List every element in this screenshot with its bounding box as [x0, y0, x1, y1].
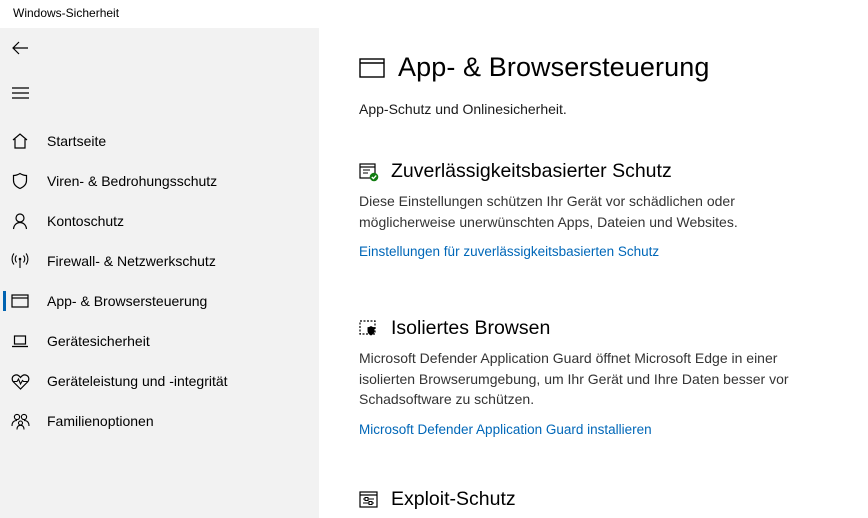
sidebar-item-kontoschutz[interactable]: Kontoschutz: [0, 201, 319, 241]
back-arrow-icon: [12, 41, 28, 55]
family-icon: [10, 411, 30, 431]
sidebar-item-label: Firewall- & Netzwerkschutz: [47, 253, 216, 269]
section-header: Exploit-Schutz: [359, 488, 839, 511]
browser-window-icon: [10, 291, 30, 311]
page-title: App- & Browsersteuerung: [398, 52, 710, 82]
sidebar-item-app-browsersteuerung[interactable]: App- & Browsersteuerung: [0, 281, 319, 321]
exploit-protection-icon: [359, 490, 378, 508]
shield-icon: [10, 171, 30, 191]
page-subtitle: App-Schutz und Onlinesicherheit.: [359, 101, 567, 117]
back-button[interactable]: [6, 36, 34, 60]
section-description: Microsoft Defender Application Guard öff…: [359, 350, 789, 407]
sidebar-item-geraeteleistung[interactable]: Geräteleistung und -integrität: [0, 361, 319, 401]
sidebar-item-label: Startseite: [47, 133, 107, 149]
section-title: Zuverlässigkeitsbasierter Schutz: [391, 160, 672, 182]
sidebar-item-label: Viren- & Bedrohungsschutz: [47, 173, 218, 189]
title-bar: Windows-Sicherheit: [0, 0, 868, 28]
sidebar-item-label: Geräteleistung und -integrität: [47, 373, 228, 389]
sidebar-item-geraetesicherheit[interactable]: Gerätesicherheit: [0, 321, 319, 361]
sidebar-item-firewall[interactable]: Firewall- & Netzwerkschutz: [0, 241, 319, 281]
section-header: Zuverlässigkeitsbasierter Schutz: [359, 160, 839, 183]
window-title: Windows-Sicherheit: [13, 6, 120, 20]
install-application-guard-link[interactable]: Microsoft Defender Application Guard ins…: [359, 422, 839, 437]
sidebar: Startseite Viren- & Bedrohungsschutz Kon…: [0, 28, 319, 518]
sidebar-item-label: Kontoschutz: [47, 213, 125, 229]
sidebar-item-virenschutz[interactable]: Viren- & Bedrohungsschutz: [0, 161, 319, 201]
sidebar-item-label: Gerätesicherheit: [47, 333, 150, 349]
reputation-check-icon: [359, 162, 379, 181]
section-exploit-protection: Exploit-Schutz: [359, 488, 839, 511]
section-description: Diese Einstellungen schützen Ihr Gerät v…: [359, 193, 738, 230]
heart-pulse-icon: [10, 371, 30, 391]
sidebar-item-familienoptionen[interactable]: Familienoptionen: [0, 401, 319, 441]
section-reputation-protection: Zuverlässigkeitsbasierter Schutz Diese E…: [359, 160, 839, 259]
person-icon: [10, 211, 30, 231]
section-title: Exploit-Schutz: [391, 488, 516, 510]
antenna-icon: [10, 251, 30, 271]
section-header: Isoliertes Browsen: [359, 317, 839, 340]
sidebar-item-startseite[interactable]: Startseite: [0, 121, 319, 161]
section-title: Isoliertes Browsen: [391, 317, 551, 339]
windows-security-window: Windows-Sicherheit Startseite Viren- & B…: [0, 0, 868, 518]
isolated-browsing-icon: [359, 319, 376, 335]
page-header: App- & Browsersteuerung: [359, 52, 709, 83]
laptop-icon: [10, 331, 30, 351]
sidebar-item-label: Familienoptionen: [47, 413, 154, 429]
reputation-settings-link[interactable]: Einstellungen für zuverlässigkeitsbasier…: [359, 244, 839, 259]
hamburger-menu-icon: [11, 87, 29, 99]
sidebar-item-label: App- & Browsersteuerung: [47, 293, 208, 309]
section-isolated-browsing: Isoliertes Browsen Microsoft Defender Ap…: [359, 317, 839, 437]
home-icon: [10, 131, 30, 151]
main-content: App- & Browsersteuerung App-Schutz und O…: [319, 28, 868, 518]
menu-button[interactable]: [6, 81, 34, 105]
browser-window-icon: [359, 57, 385, 78]
